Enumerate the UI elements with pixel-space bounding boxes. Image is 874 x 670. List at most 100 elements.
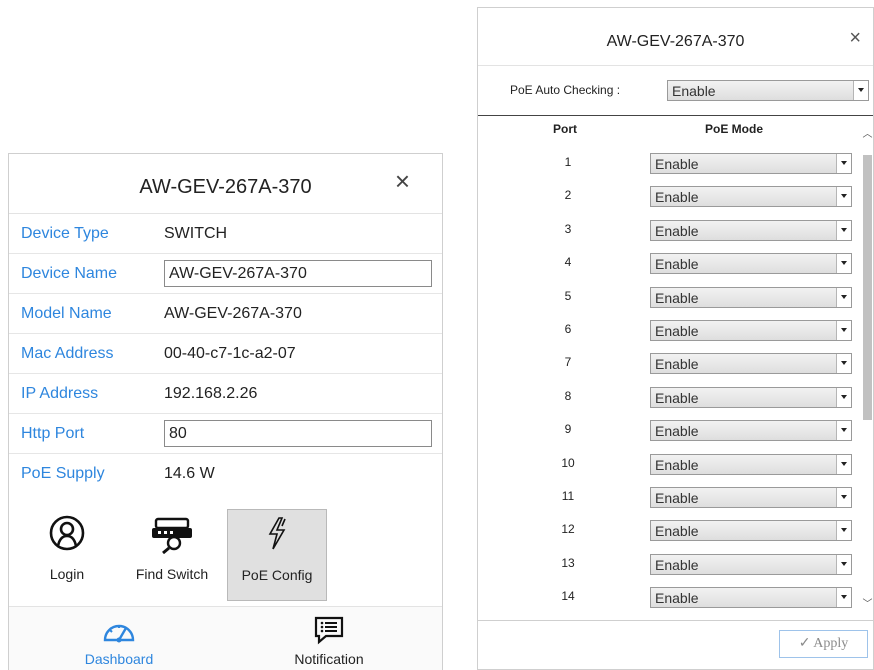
- poe-mode-value: Enable: [655, 556, 699, 573]
- poe-mode-select[interactable]: Enable: [650, 320, 852, 341]
- dashboard-gauge-icon: [103, 624, 135, 643]
- find-switch-icon: [152, 517, 192, 554]
- poe-mode-select[interactable]: Enable: [650, 420, 852, 442]
- port-number: 8: [564, 388, 572, 403]
- poe-mode-value: Enable: [655, 189, 699, 206]
- port-row: 10 Enable: [478, 453, 852, 486]
- device-panel-title: AW-GEV-267A-370: [139, 176, 312, 198]
- ip-address-label: IP Address: [21, 385, 99, 402]
- port-list-scrollbar[interactable]: ︿ ﹀: [861, 130, 874, 620]
- poe-auto-checking-value: Enable: [672, 83, 716, 99]
- device-info-panel: AW-GEV-267A-370 × Device Type SWITCH Dev…: [8, 153, 443, 670]
- port-row: 2 Enable: [478, 185, 852, 218]
- notification-tab[interactable]: Notification: [229, 607, 429, 670]
- chevron-down-icon: [853, 81, 868, 100]
- poe-mode-value: Enable: [655, 456, 699, 473]
- http-port-input[interactable]: [164, 420, 432, 447]
- dashboard-tab[interactable]: Dashboard: [19, 607, 219, 670]
- poe-panel-footer: ✓ Apply: [478, 620, 873, 670]
- poe-mode-select[interactable]: Enable: [650, 153, 852, 174]
- poe-config-label: PoE Config: [241, 567, 313, 583]
- apply-button[interactable]: ✓ Apply: [779, 630, 868, 658]
- port-number: 11: [561, 489, 575, 503]
- poe-mode-value: Enable: [655, 156, 699, 172]
- chevron-down-icon: [836, 521, 851, 541]
- poe-mode-select[interactable]: Enable: [650, 219, 852, 241]
- mac-address-value: 00-40-c7-1c-a2-07: [164, 345, 296, 362]
- port-row: 13 Enable: [478, 553, 852, 586]
- scroll-down-icon[interactable]: ﹀: [861, 600, 874, 610]
- port-row: 3 Enable: [478, 219, 852, 252]
- poe-mode-value: Enable: [655, 590, 699, 607]
- poe-mode-select[interactable]: Enable: [650, 353, 852, 375]
- chevron-down-icon: [836, 287, 851, 307]
- poe-mode-select[interactable]: Enable: [650, 186, 852, 208]
- port-number: 12: [561, 522, 575, 537]
- device-type-row: Device Type SWITCH: [9, 214, 442, 254]
- poe-mode-select[interactable]: Enable: [650, 286, 852, 308]
- poe-mode-value: Enable: [655, 256, 699, 273]
- device-name-label: Device Name: [21, 265, 118, 282]
- port-number: 14: [561, 589, 575, 604]
- login-icon: [49, 515, 85, 551]
- port-row: 11 Enable: [478, 486, 852, 519]
- port-number: 10: [561, 455, 575, 470]
- port-row: 5 Enable: [478, 286, 852, 319]
- device-name-input[interactable]: [164, 260, 432, 287]
- poe-auto-checking-label: PoE Auto Checking :: [510, 83, 621, 97]
- chevron-down-icon: [836, 488, 851, 507]
- poe-mode-select[interactable]: Enable: [650, 553, 852, 575]
- http-port-label: Http Port: [21, 425, 85, 442]
- login-label: Login: [49, 566, 85, 582]
- poe-mode-select[interactable]: Enable: [650, 487, 852, 508]
- port-row: 1 Enable: [478, 152, 852, 185]
- close-icon[interactable]: ×: [849, 28, 861, 48]
- chevron-down-icon: [836, 554, 851, 574]
- device-panel-header: AW-GEV-267A-370 ×: [9, 154, 442, 214]
- port-row: 7 Enable: [478, 352, 852, 385]
- ip-address-value: 192.168.2.26: [164, 385, 258, 402]
- device-name-row: Device Name: [9, 254, 442, 294]
- chevron-down-icon: [836, 421, 851, 441]
- close-icon[interactable]: ×: [395, 168, 410, 194]
- poe-panel-header: AW-GEV-267A-370 ×: [478, 8, 873, 66]
- device-type-label: Device Type: [21, 225, 109, 242]
- dashboard-label: Dashboard: [84, 651, 154, 667]
- bottom-nav: Dashboard Notification: [9, 607, 442, 670]
- ip-address-row: IP Address 192.168.2.26: [9, 374, 442, 414]
- poe-mode-select[interactable]: Enable: [650, 386, 852, 408]
- notification-label: Notification: [294, 651, 364, 667]
- poe-mode-select[interactable]: Enable: [650, 253, 852, 275]
- poe-mode-select[interactable]: Enable: [650, 587, 852, 609]
- model-name-value: AW-GEV-267A-370: [164, 305, 302, 322]
- port-number: 6: [564, 322, 572, 336]
- find-switch-button[interactable]: Find Switch: [122, 509, 222, 601]
- poe-config-button[interactable]: PoE Config: [227, 509, 327, 601]
- poe-auto-checking-row: PoE Auto Checking : Enable: [478, 66, 873, 116]
- scroll-up-icon[interactable]: ︿: [861, 130, 874, 140]
- port-row: 6 Enable: [478, 319, 852, 352]
- port-row: 12 Enable: [478, 519, 852, 552]
- port-row: 14 Enable: [478, 586, 852, 619]
- poe-mode-select[interactable]: Enable: [650, 453, 852, 475]
- port-row: 4 Enable: [478, 252, 852, 285]
- chevron-down-icon: [836, 588, 851, 608]
- find-switch-label: Find Switch: [135, 566, 209, 582]
- port-number: 5: [564, 288, 572, 303]
- poe-mode-select[interactable]: Enable: [650, 520, 852, 542]
- mac-address-row: Mac Address 00-40-c7-1c-a2-07: [9, 334, 442, 374]
- login-button[interactable]: Login: [17, 509, 117, 601]
- poe-mode-value: Enable: [655, 356, 699, 373]
- poe-mode-value: Enable: [655, 222, 699, 239]
- device-type-value: SWITCH: [164, 225, 228, 242]
- model-name-label: Model Name: [21, 305, 112, 322]
- poe-mode-column-header: PoE Mode: [705, 122, 764, 136]
- poe-supply-label: PoE Supply: [21, 465, 105, 482]
- poe-supply-row: PoE Supply 14.6 W: [9, 454, 442, 494]
- chevron-down-icon: [836, 220, 851, 240]
- notification-icon: [314, 616, 344, 645]
- scroll-thumb[interactable]: [863, 155, 872, 420]
- poe-mode-value: Enable: [655, 323, 699, 339]
- poe-mode-value: Enable: [655, 289, 699, 306]
- poe-auto-checking-select[interactable]: Enable: [667, 80, 869, 101]
